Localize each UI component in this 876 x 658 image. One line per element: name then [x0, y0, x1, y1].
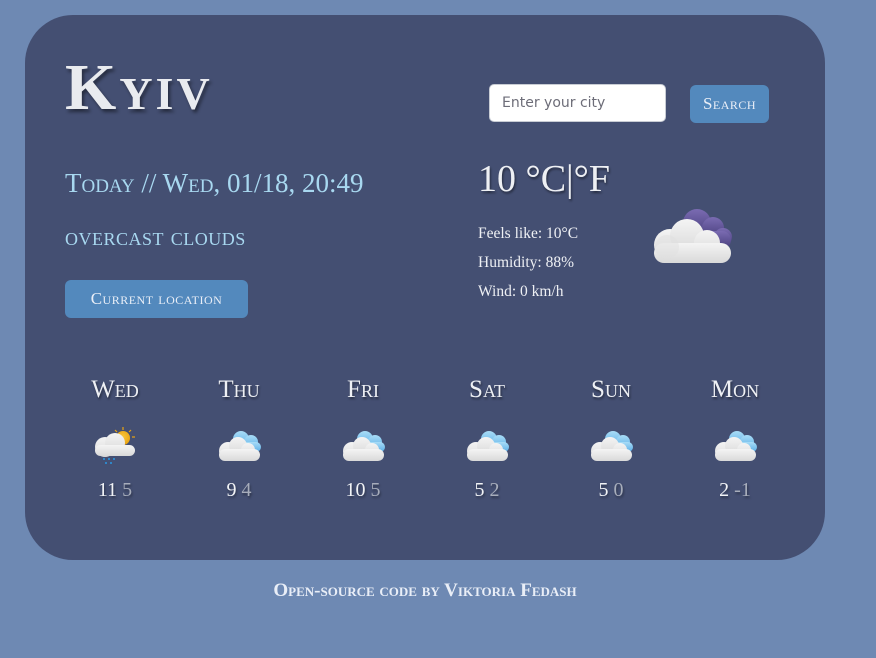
forecast-day: Sun 50: [549, 375, 673, 502]
forecast-list: Wed 11 5 Thu 9 4 Fri 10 5 Sat 5 2 Sun 5 …: [53, 375, 797, 502]
forecast-min: 5: [122, 479, 133, 501]
search-button[interactable]: Search: [690, 85, 769, 123]
forecast-temps: 2 -1: [673, 479, 797, 502]
cloud-icon: [343, 431, 385, 461]
cloud-icon: [715, 431, 757, 461]
forecast-day-name: Thu: [218, 376, 260, 403]
forecast-day: Sat 52: [425, 375, 549, 502]
forecast-day: Wed 11 5: [53, 375, 177, 502]
forecast-min: 0: [613, 479, 624, 501]
cloud-icon: [591, 431, 633, 461]
forecast-day-name: Wed: [91, 376, 139, 403]
wind: Wind: 0 km/h: [478, 283, 564, 300]
weather-description: overcast clouds: [65, 224, 246, 251]
forecast-max: 10: [345, 479, 366, 501]
forecast-min: 4: [241, 479, 252, 501]
forecast-max: 5: [598, 479, 609, 501]
current-date: Today // Wed, 01/18, 20:49: [65, 168, 364, 198]
forecast-temps: 50: [549, 479, 673, 502]
overcast-clouds-icon: [654, 209, 732, 263]
forecast-day-name: Mon: [710, 376, 760, 403]
sun-cloud-rain-icon: [95, 427, 135, 464]
open-source-link[interactable]: Open-source code by Viktoria Fedash: [0, 580, 850, 602]
weather-card: Kyiv Search Today // Wed, 01/18, 20:49 o…: [25, 15, 825, 560]
forecast-day-name: Fri: [347, 376, 379, 403]
forecast-max: 11: [97, 479, 118, 501]
unit-separator: |: [566, 158, 574, 200]
humidity: Humidity: 88%: [478, 254, 575, 271]
forecast-day-name: Sat: [469, 376, 505, 403]
weather-details: Feels like: 10°C Humidity: 88% Wind: 0 k…: [478, 219, 578, 306]
current-temperature: 10 °C|°F: [478, 160, 610, 198]
forecast-temps: 52: [425, 479, 549, 502]
city-title: Kyiv: [65, 51, 213, 124]
forecast-temps: 94: [177, 479, 301, 502]
forecast-temps: 10 5: [301, 479, 425, 502]
forecast-day: Thu 94: [177, 375, 301, 502]
forecast-temps: 11 5: [53, 479, 177, 502]
city-search-input[interactable]: [489, 84, 666, 122]
forecast-min: -1: [734, 479, 751, 501]
forecast-max: 2: [719, 479, 730, 501]
temperature-value: 10: [478, 158, 516, 200]
forecast-min: 2: [489, 479, 500, 501]
forecast-max: 5: [474, 479, 485, 501]
forecast-day: Mon 2 -1: [673, 375, 797, 502]
celsius-toggle[interactable]: °C: [526, 158, 567, 200]
fahrenheit-toggle[interactable]: °F: [574, 158, 610, 200]
cloud-icon: [219, 431, 261, 461]
forecast-day-name: Sun: [591, 376, 631, 403]
current-location-button[interactable]: Current location: [65, 280, 248, 318]
cloud-icon: [467, 431, 509, 461]
forecast-max: 9: [226, 479, 237, 501]
forecast-day: Fri 10 5: [301, 375, 425, 502]
forecast-min: 5: [370, 479, 381, 501]
feels-like: Feels like: 10°C: [478, 225, 579, 242]
